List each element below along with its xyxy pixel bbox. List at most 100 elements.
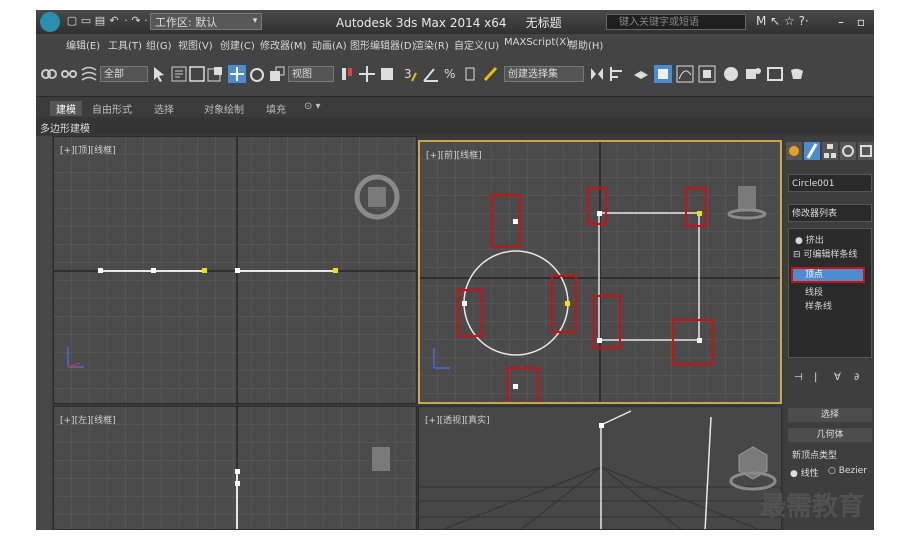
- rollout-geometry[interactable]: 几何体: [788, 428, 872, 442]
- make-unique-icon[interactable]: ∀: [834, 372, 841, 383]
- window-crossing-icon[interactable]: [206, 65, 224, 83]
- modifier-list-dropdown[interactable]: 修改器列表: [788, 204, 872, 222]
- schematic-view-icon[interactable]: [698, 65, 716, 83]
- bind-spacewarp-icon[interactable]: [80, 65, 98, 83]
- top-view-canvas: [54, 137, 416, 403]
- selection-filter-select[interactable]: 全部: [100, 66, 148, 82]
- manipulate-icon[interactable]: [358, 65, 376, 83]
- menu-graph-editors[interactable]: 图形编辑器(D): [350, 37, 416, 52]
- keyboard-shortcut-icon[interactable]: [378, 65, 396, 83]
- tab-freeform[interactable]: 自由形式: [92, 101, 132, 116]
- render-production-icon[interactable]: [788, 65, 806, 83]
- viewport-top[interactable]: [+][顶][线框]: [53, 136, 417, 404]
- align-icon[interactable]: [608, 65, 626, 83]
- menu-tools[interactable]: 工具(T): [108, 37, 142, 52]
- stack-item-editable-spline-label: 可编辑样条线: [803, 250, 858, 260]
- angle-snap-icon[interactable]: [422, 65, 440, 83]
- menu-rendering[interactable]: 渲染(R): [414, 37, 449, 52]
- viewport-perspective[interactable]: [+][透视][真实]: [418, 406, 782, 530]
- restore-button[interactable]: ▫: [852, 13, 870, 31]
- tab-selection[interactable]: 选择: [154, 101, 174, 116]
- menu-animation[interactable]: 动画(A): [312, 37, 347, 52]
- infocenter-icons[interactable]: M ↖ ☆ ?·: [756, 14, 809, 28]
- select-move-icon[interactable]: [228, 65, 246, 83]
- unlink-icon[interactable]: [60, 65, 78, 83]
- viewport-left[interactable]: [+][左][线框]: [53, 406, 417, 530]
- tab-object-paint[interactable]: 对象绘制: [204, 101, 244, 116]
- tab-populate[interactable]: 填充: [266, 101, 286, 116]
- display-tab-icon[interactable]: [858, 142, 874, 160]
- stack-item-segment[interactable]: 线段: [805, 285, 823, 298]
- radio-bezier[interactable]: ○ Bezier: [828, 466, 867, 476]
- stack-item-spline[interactable]: 样条线: [805, 299, 832, 312]
- radio-linear[interactable]: ● 线性: [790, 466, 819, 479]
- object-name-field[interactable]: Circle001: [788, 174, 872, 192]
- select-rotate-icon[interactable]: [248, 65, 266, 83]
- rect-selection-icon[interactable]: [188, 65, 206, 83]
- menu-bar: 编辑(E) 工具(T) 组(G) 视图(V) 创建(C) 修改器(M) 动画(A…: [36, 34, 874, 54]
- scene-explorer-icon[interactable]: [654, 65, 672, 83]
- snaps-toggle-icon[interactable]: 3: [402, 65, 420, 83]
- modifier-stack: ● 挤出 ⊟ 可编辑样条线 顶点 线段 样条线: [788, 228, 872, 358]
- search-input[interactable]: 键入关键字或短语: [606, 14, 746, 30]
- curve-editor-icon[interactable]: [676, 65, 694, 83]
- viewport-label-top[interactable]: [+][顶][线框]: [60, 143, 116, 156]
- minimize-button[interactable]: –: [832, 13, 850, 31]
- workspace-select[interactable]: 工作区: 默认: [150, 13, 262, 30]
- named-selection-select[interactable]: 创建选择集: [504, 66, 584, 82]
- pivot-center-icon[interactable]: [338, 65, 356, 83]
- menu-maxscript[interactable]: MAXScript(X): [504, 37, 570, 48]
- polygon-modeling-panel[interactable]: 多边形建模: [40, 120, 90, 135]
- stack-item-editable-spline[interactable]: ⊟ 可编辑样条线: [793, 247, 857, 260]
- render-setup-icon[interactable]: [744, 65, 762, 83]
- viewport-label-front[interactable]: [+][前][线框]: [426, 148, 482, 161]
- modify-tab-icon[interactable]: [804, 142, 820, 160]
- menu-views[interactable]: 视图(V): [178, 37, 213, 52]
- rollout-selection[interactable]: 选择: [788, 408, 872, 422]
- show-end-result-icon[interactable]: |: [814, 372, 817, 383]
- link-icon[interactable]: [40, 65, 58, 83]
- stack-item-extrude[interactable]: ● 挤出: [795, 233, 824, 246]
- new-vertex-type-label: 新顶点类型: [792, 451, 838, 461]
- percent-snap-icon[interactable]: %: [442, 65, 460, 83]
- ref-coord-select[interactable]: 视图: [288, 66, 334, 82]
- create-tab-icon[interactable]: [786, 142, 802, 160]
- motion-tab-icon[interactable]: [840, 142, 856, 160]
- select-by-name-icon[interactable]: [170, 65, 188, 83]
- menu-customize[interactable]: 自定义(U): [454, 37, 499, 52]
- front-view-canvas: [420, 142, 780, 402]
- workspace-dropdown-icon[interactable]: ▾: [248, 13, 262, 30]
- edit-named-selection-icon[interactable]: [482, 65, 500, 83]
- new-file-icon[interactable]: ▢: [66, 14, 78, 28]
- select-scale-icon[interactable]: [268, 65, 286, 83]
- open-file-icon[interactable]: ▭: [80, 14, 92, 28]
- menu-modifiers[interactable]: 修改器(M): [260, 37, 306, 52]
- spinner-snap-icon[interactable]: [462, 65, 480, 83]
- remove-modifier-icon[interactable]: ∂: [854, 372, 859, 383]
- hierarchy-tab-icon[interactable]: [822, 142, 838, 160]
- menu-help[interactable]: 帮助(H): [568, 37, 603, 52]
- radio-bezier-label: Bezier: [838, 466, 867, 476]
- document-title: 无标题: [525, 16, 562, 30]
- save-file-icon[interactable]: ▤: [94, 14, 106, 28]
- tab-modeling[interactable]: 建模: [50, 101, 82, 116]
- viewport-front[interactable]: [+][前][线框]: [418, 140, 782, 404]
- menu-edit[interactable]: 编辑(E): [66, 37, 100, 52]
- rendered-frame-icon[interactable]: [766, 65, 784, 83]
- select-object-icon[interactable]: [150, 65, 168, 83]
- viewport-label-perspective[interactable]: [+][透视][真实]: [425, 413, 490, 426]
- undo-icon[interactable]: ↶: [108, 14, 120, 28]
- viewport-label-left[interactable]: [+][左][线框]: [60, 413, 116, 426]
- svg-text:3: 3: [404, 67, 412, 81]
- layer-manager-icon[interactable]: [632, 65, 650, 83]
- material-editor-icon[interactable]: [722, 65, 740, 83]
- pin-stack-icon[interactable]: ⊣: [794, 372, 803, 383]
- title-bar: ▢ ▭ ▤ ↶ · ↷ · 工作区: 默认 ▾ Autodesk 3ds Max…: [36, 10, 874, 34]
- app-logo-icon[interactable]: [40, 12, 60, 32]
- ribbon-options-button[interactable]: ⊙ ▾: [304, 101, 321, 112]
- vertex-level-highlight: [791, 267, 865, 283]
- mirror-icon[interactable]: [588, 65, 606, 83]
- stack-item-extrude-label: 挤出: [805, 236, 824, 246]
- menu-group[interactable]: 组(G): [146, 37, 172, 52]
- menu-create[interactable]: 创建(C): [220, 37, 255, 52]
